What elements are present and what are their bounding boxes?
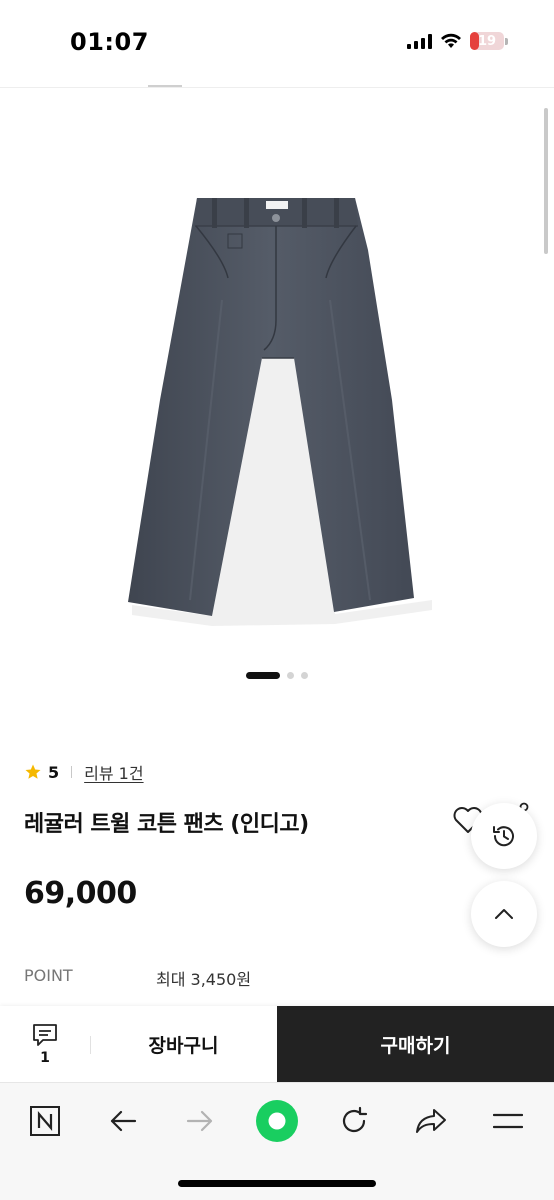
rating-row: 5 리뷰 1건 (24, 760, 144, 784)
product-image[interactable] (0, 100, 554, 660)
reload-icon (342, 1106, 368, 1133)
menu-button[interactable] (486, 1099, 530, 1143)
buy-button[interactable]: 구매하기 (277, 1006, 554, 1082)
pants-illustration (128, 198, 432, 626)
header-divider (0, 87, 554, 88)
status-time: 01:07 (70, 28, 149, 56)
share-button[interactable] (409, 1099, 453, 1143)
home-indicator[interactable] (178, 1180, 376, 1187)
purchase-divider (90, 1036, 91, 1054)
wifi-icon (441, 33, 461, 48)
scroll-to-top-button[interactable] (471, 881, 537, 947)
product-title: 레귤러 트윌 코튼 팬츠 (인디고) (24, 812, 309, 837)
product-price: 69,000 (24, 876, 137, 911)
chevron-up-icon (495, 909, 513, 919)
history-icon (493, 826, 514, 847)
status-icons: 19 (407, 32, 508, 50)
rating-value: 5 (48, 762, 60, 782)
pagination-dot[interactable] (287, 672, 294, 679)
cellular-signal-icon (407, 33, 432, 49)
green-dot-icon (256, 1100, 298, 1142)
cart-button[interactable]: 장바구니 (90, 1006, 277, 1082)
pagination-dot-active[interactable] (246, 672, 280, 679)
back-button[interactable] (101, 1099, 145, 1143)
arrow-left-icon (110, 1110, 137, 1132)
reload-button[interactable] (332, 1099, 376, 1143)
inquiry-count: 1 (40, 1050, 50, 1066)
review-link[interactable]: 리뷰 1건 (84, 760, 143, 784)
point-label: POINT (24, 966, 73, 985)
inquiry-button[interactable]: 1 (0, 1006, 90, 1082)
hamburger-menu-icon (493, 1113, 523, 1129)
rating-divider (71, 766, 73, 778)
arrow-right-icon (186, 1110, 213, 1132)
page-scrollbar[interactable] (544, 108, 548, 254)
recent-history-button[interactable] (471, 803, 537, 869)
pagination-dot[interactable] (301, 672, 308, 679)
forward-button[interactable] (178, 1099, 222, 1143)
header-tab-indicator (148, 85, 182, 87)
chat-icon (33, 1024, 57, 1046)
gallery-pagination (0, 672, 554, 679)
point-value: 최대 3,450원 (156, 970, 252, 989)
naver-home-button[interactable] (23, 1099, 67, 1143)
status-bar: 01:07 19 (0, 0, 554, 88)
battery-level: 19 (477, 33, 497, 49)
battery-icon: 19 (470, 32, 504, 50)
purchase-bar: 1 장바구니 구매하기 (0, 1006, 554, 1082)
star-icon (25, 764, 41, 779)
share-arrow-icon (416, 1109, 446, 1133)
naver-n-icon (30, 1106, 60, 1136)
green-dot-button[interactable] (253, 1097, 301, 1145)
